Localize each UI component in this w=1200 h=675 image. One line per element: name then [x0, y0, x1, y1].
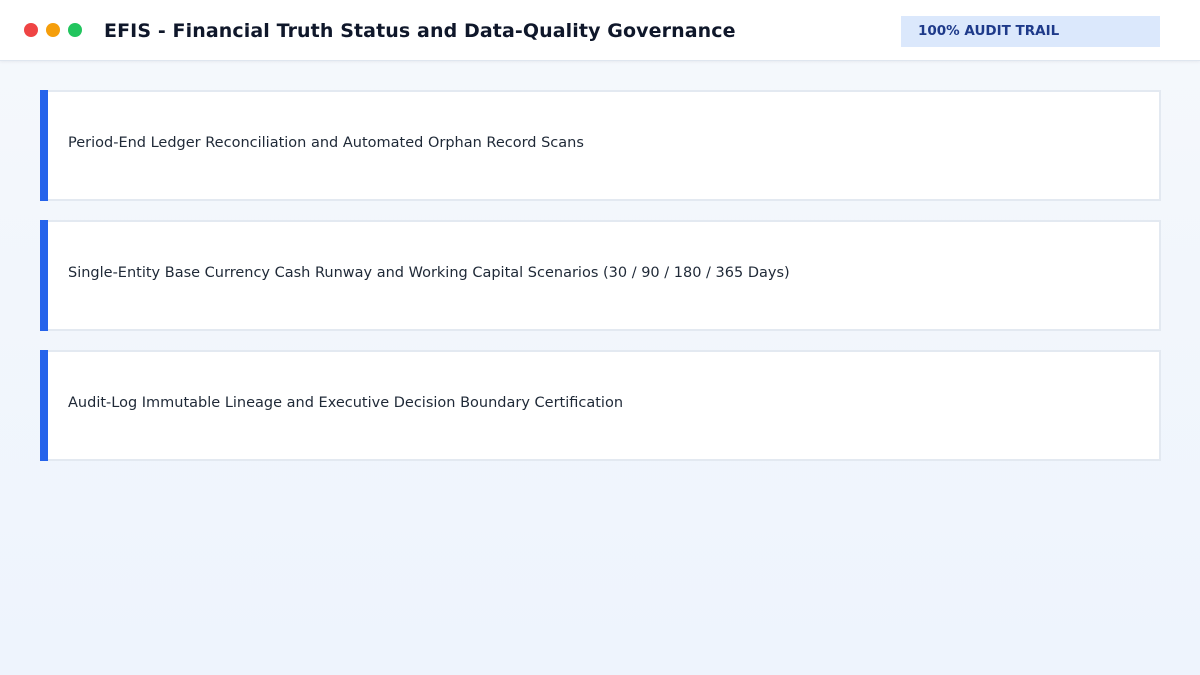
maximize-window-button[interactable] — [68, 23, 82, 37]
close-window-button[interactable] — [24, 23, 38, 37]
panel-label: Audit-Log Immutable Lineage and Executiv… — [68, 395, 624, 411]
audit-trail-badge: 100% AUDIT TRAIL — [901, 16, 1160, 47]
panel-cash-runway-scenarios[interactable]: Single-Entity Base Currency Cash Runway … — [40, 220, 1161, 331]
app-title: EFIS - Financial Truth Status and Data-Q… — [104, 20, 736, 42]
panel-label: Single-Entity Base Currency Cash Runway … — [68, 265, 790, 281]
panel-label: Period-End Ledger Reconciliation and Aut… — [68, 135, 584, 151]
panel-accent-bar — [40, 350, 48, 461]
minimize-window-button[interactable] — [46, 23, 60, 37]
title-bar: EFIS - Financial Truth Status and Data-Q… — [0, 0, 1200, 61]
panel-audit-log-lineage[interactable]: Audit-Log Immutable Lineage and Executiv… — [40, 350, 1161, 461]
panel-ledger-reconciliation[interactable]: Period-End Ledger Reconciliation and Aut… — [40, 90, 1161, 201]
panel-accent-bar — [40, 90, 48, 201]
window-controls — [24, 23, 82, 37]
panel-accent-bar — [40, 220, 48, 331]
